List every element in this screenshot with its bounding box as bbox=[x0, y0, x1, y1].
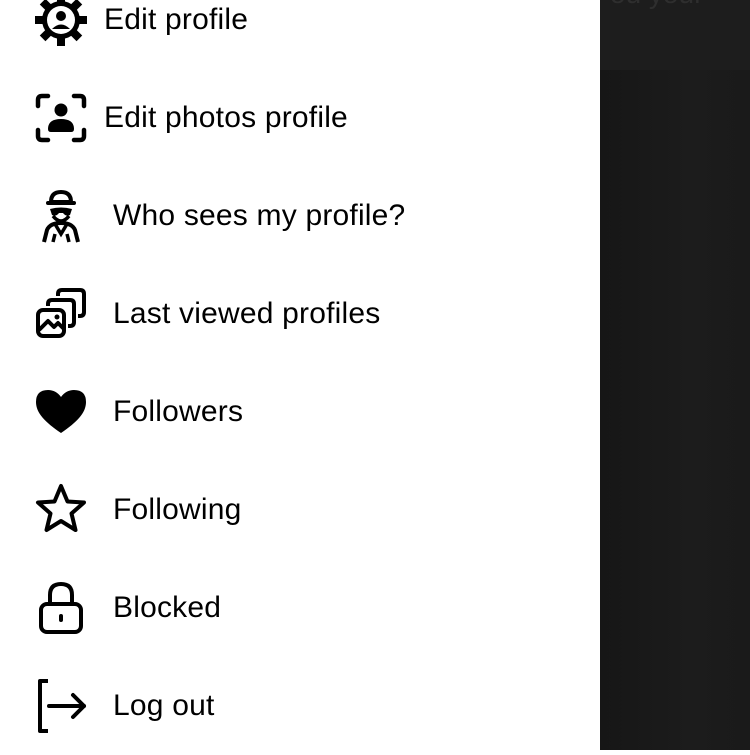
lock-icon bbox=[33, 580, 89, 636]
settings-user-icon bbox=[33, 0, 89, 48]
menu-item-label: Followers bbox=[113, 395, 244, 428]
menu-item-last-viewed-profiles[interactable]: Last viewed profiles bbox=[0, 265, 600, 363]
gallery-stack-icon bbox=[33, 286, 89, 342]
background-peek-text: ou your bbox=[610, 0, 703, 10]
profile-photo-icon bbox=[33, 90, 89, 146]
heart-icon bbox=[33, 384, 89, 440]
menu-item-who-sees-my-profile[interactable]: Who sees my profile? bbox=[0, 167, 600, 265]
menu-item-label: Log out bbox=[113, 689, 215, 722]
menu-item-label: Who sees my profile? bbox=[113, 199, 406, 232]
menu-item-blocked[interactable]: Blocked bbox=[0, 559, 600, 657]
menu-item-label: Blocked bbox=[113, 591, 222, 624]
menu-item-label: Edit photos profile bbox=[104, 101, 348, 134]
menu-item-edit-photos-profile[interactable]: Edit photos profile bbox=[0, 69, 600, 167]
menu-item-label: Edit profile bbox=[104, 3, 249, 36]
menu-item-following[interactable]: Following bbox=[0, 461, 600, 559]
menu-item-label: Last viewed profiles bbox=[113, 297, 381, 330]
logout-icon bbox=[33, 678, 89, 734]
side-drawer: Edit profile Edit photos profile Who see… bbox=[0, 0, 600, 750]
menu-item-label: Following bbox=[113, 493, 242, 526]
star-icon bbox=[33, 482, 89, 538]
dimmed-background-overlay[interactable]: ou your bbox=[600, 0, 750, 750]
background-header bbox=[600, 0, 750, 70]
menu-item-log-out[interactable]: Log out bbox=[0, 657, 600, 755]
menu-item-followers[interactable]: Followers bbox=[0, 363, 600, 461]
menu-item-edit-profile[interactable]: Edit profile bbox=[0, 0, 600, 69]
spy-icon bbox=[33, 188, 89, 244]
